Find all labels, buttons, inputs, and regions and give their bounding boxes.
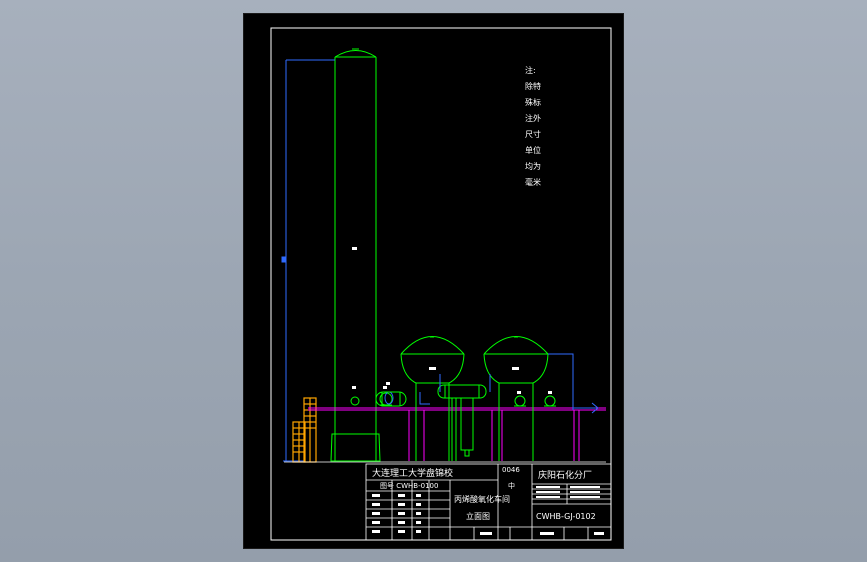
notes-line: 殊标 <box>525 97 541 107</box>
drawing-code: CWHB-GJ-0102 <box>536 512 596 521</box>
title-block-fields <box>372 486 604 535</box>
mark-char: 中 <box>508 481 515 490</box>
mark-code: 0046 <box>502 466 520 474</box>
notes-line: 毫米 <box>525 177 541 187</box>
notes-line: 单位 <box>525 145 541 155</box>
notes-line: 除特 <box>525 81 541 91</box>
inner-frame <box>270 27 612 541</box>
title-block-text: 大连理工大学盘锦校 0046 中 图号 CWHB-0100 庆阳石化分厂 丙烯酸… <box>372 466 596 521</box>
separator-drum[interactable] <box>437 384 487 461</box>
height-dimension <box>281 59 335 462</box>
notes-line: 尺寸 <box>525 129 541 139</box>
storage-tank-1[interactable] <box>400 336 465 462</box>
project-subtitle: 立面图 <box>466 511 490 521</box>
drawing-number-left: 图号 CWHB-0100 <box>380 482 438 490</box>
school-name: 大连理工大学盘锦校 <box>372 467 453 479</box>
company-name: 庆阳石化分厂 <box>538 469 592 481</box>
drawing-canvas: 注: 除特 殊标 注外 尺寸 单位 均为 毫米 大连理工大学盘锦校 0046 中… <box>270 27 612 541</box>
pump-right-1[interactable] <box>514 391 526 407</box>
notes-line: 注外 <box>525 113 541 123</box>
drawing-sheet[interactable]: 注: 除特 殊标 注外 尺寸 单位 均为 毫米 大连理工大学盘锦校 0046 中… <box>243 13 624 549</box>
cad-viewer[interactable]: 注: 除特 殊标 注外 尺寸 单位 均为 毫米 大连理工大学盘锦校 0046 中… <box>0 0 867 562</box>
notes-line: 均为 <box>525 161 541 171</box>
pump-small[interactable] <box>350 386 360 406</box>
drawing-notes: 注: 除特 殊标 注外 尺寸 单位 均为 毫米 <box>525 65 541 187</box>
notes-heading: 注: <box>525 65 536 75</box>
pump-right-2[interactable] <box>544 391 556 407</box>
tall-column[interactable] <box>330 48 381 462</box>
project-title: 丙烯酸氧化车间 <box>454 494 510 504</box>
